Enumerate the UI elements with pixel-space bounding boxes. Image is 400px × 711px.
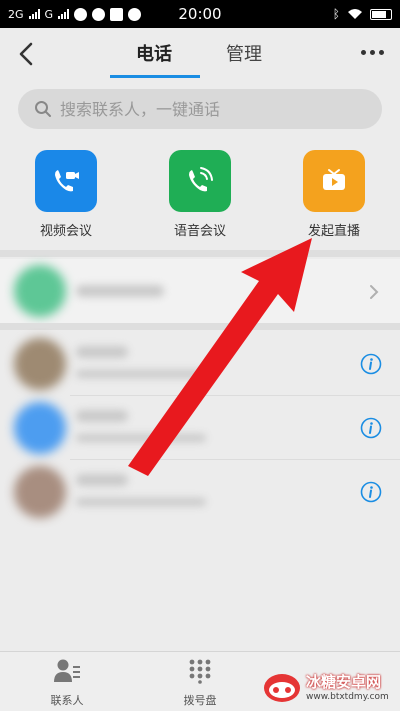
start-live-label: 发起直播 [307,224,360,239]
video-call-icon [55,170,79,192]
section-divider-2 [0,323,400,330]
watermark-url: www.btxtdmy.com [306,691,389,702]
voice-conference-label: 语音会议 [173,224,226,239]
quick-actions: 视频会议 语音会议 发起直播 [0,150,400,245]
video-conference-tile[interactable] [35,150,97,212]
carrier-label: G [44,7,54,21]
voice-conference-tile[interactable] [169,150,231,212]
blurred-text [76,346,128,358]
dialpad-icon [189,659,211,684]
notification-icon-2 [92,7,106,21]
info-icon[interactable] [360,481,382,503]
list-item[interactable] [0,259,400,323]
nav-contacts[interactable]: 联系人 [22,658,112,708]
network-type-label: 2G [8,7,24,21]
watermark-name: 冰糖安卓网 [306,672,382,691]
tv-live-icon [323,169,345,190]
blurred-text [76,498,206,506]
active-tab-indicator [110,75,200,78]
chevron-right-icon[interactable] [368,283,380,301]
avatar [14,265,66,317]
bluetooth-icon: ᛒ [332,7,340,21]
section-divider [0,250,400,257]
blurred-text [76,434,206,442]
video-conference-button[interactable]: 视频会议 [16,150,116,239]
blurred-text [76,474,128,486]
contacts-icon [54,659,80,682]
wifi-icon [348,9,362,19]
search-bar[interactable] [18,89,382,129]
nav-dialpad[interactable]: 拨号盘 [155,658,245,708]
qq-icon [128,7,142,21]
start-live-tile[interactable] [303,150,365,212]
more-options-icon[interactable] [361,50,384,55]
voice-conference-button[interactable]: 语音会议 [150,150,250,239]
avatar [14,466,66,518]
list-item[interactable] [0,460,400,524]
nav-contacts-label: 联系人 [50,694,84,707]
start-live-button[interactable]: 发起直播 [284,150,384,239]
phone-call-icon [189,167,213,192]
notification-icon [74,7,88,21]
notification-icon-3 [110,7,124,21]
status-bar: 2G G 20:00 ᛒ [0,0,400,28]
search-icon [35,101,51,117]
nav-dialpad-label: 拨号盘 [183,694,217,707]
blurred-text [76,370,206,378]
tab-call[interactable]: 电话 [136,40,172,66]
blurred-text [76,410,128,422]
avatar [14,338,66,390]
list-item[interactable] [0,332,400,396]
info-icon[interactable] [360,417,382,439]
signal-icon-2 [58,9,70,19]
search-input[interactable] [60,99,360,119]
avatar [14,402,66,454]
back-arrow-icon[interactable] [14,40,40,68]
list-item[interactable] [0,396,400,460]
tab-manage[interactable]: 管理 [226,40,262,66]
watermark-logo [264,674,300,702]
signal-icon [28,9,40,19]
video-conference-label: 视频会议 [39,224,92,239]
app-header: 电话 管理 [0,28,400,80]
battery-icon [370,8,392,20]
watermark: 冰糖安卓网 www.btxtdmy.com [262,666,398,706]
info-icon[interactable] [360,353,382,375]
blurred-text [76,285,164,297]
